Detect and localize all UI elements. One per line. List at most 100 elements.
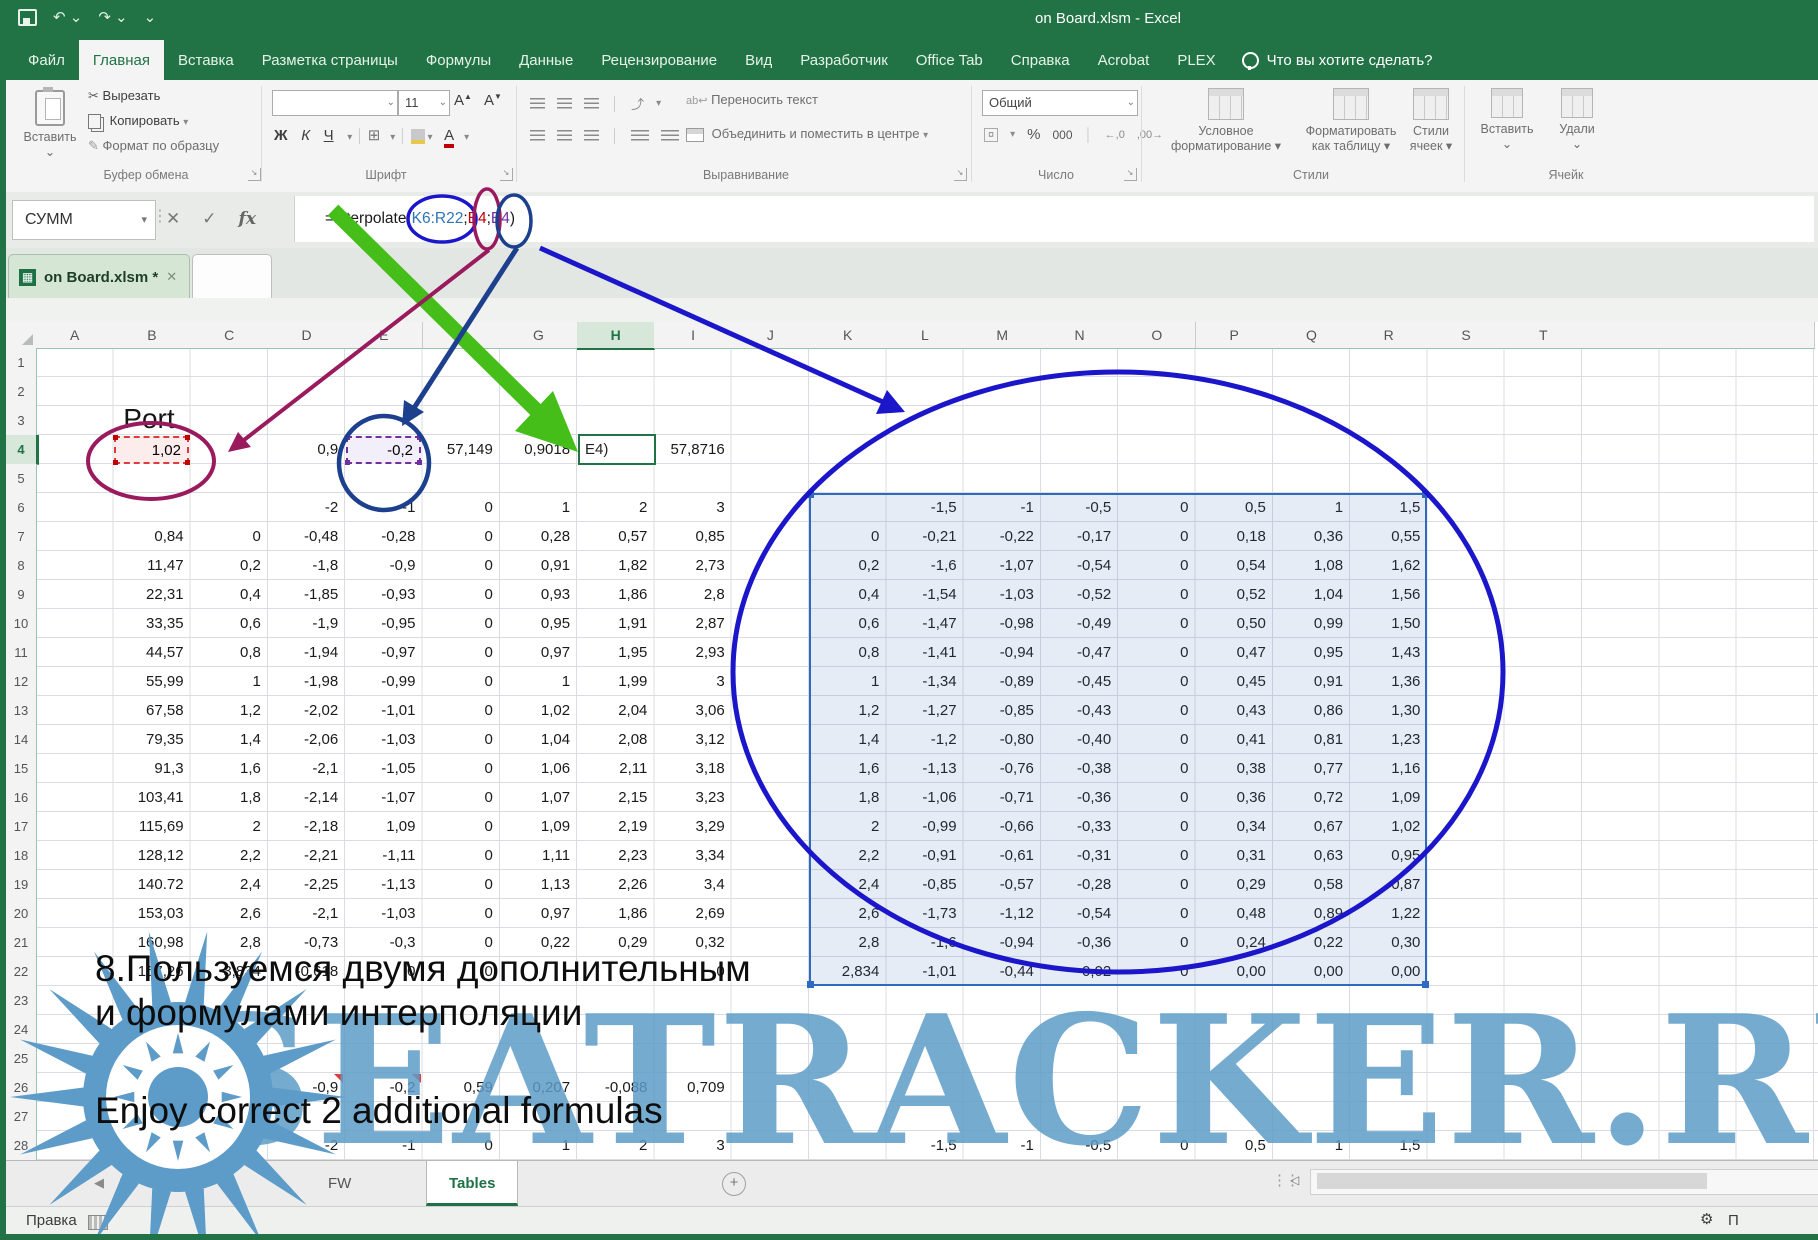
alignment-dialog-launcher[interactable]: ↘ (954, 168, 967, 181)
cell-F15[interactable]: 0 (423, 754, 500, 783)
align-top-icon[interactable] (530, 98, 545, 109)
select-all-corner[interactable] (6, 322, 37, 349)
font-name-combo[interactable]: ⌄ (272, 90, 398, 116)
number-dialog-launcher[interactable]: ↘ (1124, 168, 1137, 181)
enter-icon[interactable]: ✓ (202, 209, 216, 229)
row-header-5[interactable]: 5 (6, 464, 37, 494)
cell-E20[interactable]: -1,03 (345, 899, 422, 928)
cell-C12[interactable]: 1 (191, 667, 268, 696)
cell-B4-reference[interactable]: 1,02 (114, 436, 189, 464)
column-header-A[interactable]: A (36, 322, 114, 349)
cancel-icon[interactable]: ✕ (166, 209, 180, 229)
borders-icon[interactable]: ⊞ (368, 127, 381, 144)
fill-color-icon[interactable] (411, 129, 425, 144)
row-header-13[interactable]: 13 (6, 696, 37, 726)
column-header-D[interactable]: D (268, 322, 346, 349)
column-header-T[interactable]: T (1505, 322, 1583, 349)
cell-B12[interactable]: 55,99 (113, 667, 190, 696)
cell-D16[interactable]: -2,14 (268, 783, 345, 812)
row-header-11[interactable]: 11 (6, 638, 37, 668)
cell-E17[interactable]: 1,09 (345, 812, 422, 841)
cell-F18[interactable]: 0 (423, 841, 500, 870)
cell-B8[interactable]: 11,47 (113, 551, 190, 580)
ribbon-tab-acrobat[interactable]: Acrobat (1084, 40, 1164, 80)
font-color-icon[interactable]: А (444, 127, 454, 148)
cell-F16[interactable]: 0 (423, 783, 500, 812)
cell-D12[interactable]: -1,98 (268, 667, 345, 696)
cell-D9[interactable]: -1,85 (268, 580, 345, 609)
cell-E10[interactable]: -0,95 (345, 609, 422, 638)
cell-G8[interactable]: 0,91 (500, 551, 577, 580)
cell-I6[interactable]: 3 (654, 493, 731, 522)
cell-B17[interactable]: 115,69 (113, 812, 190, 841)
bold-button[interactable]: Ж (274, 127, 288, 144)
ribbon-tab-разметка-страницы[interactable]: Разметка страницы (248, 40, 412, 80)
cell-E19[interactable]: -1,13 (345, 870, 422, 899)
cell-I18[interactable]: 3,34 (654, 841, 731, 870)
ribbon-tab-главная[interactable]: Главная (79, 40, 164, 80)
column-header-F[interactable]: F (423, 322, 501, 349)
ribbon-tab-формулы[interactable]: Формулы (412, 40, 505, 80)
column-header-P[interactable]: P (1196, 322, 1274, 349)
cell-C17[interactable]: 2 (191, 812, 268, 841)
cell-B14[interactable]: 79,35 (113, 725, 190, 754)
cell-H13[interactable]: 2,04 (577, 696, 654, 725)
cell-G9[interactable]: 0,93 (500, 580, 577, 609)
row-header-18[interactable]: 18 (6, 841, 37, 871)
active-cell-H4[interactable]: E4) (578, 434, 656, 465)
cell-H14[interactable]: 2,08 (577, 725, 654, 754)
merge-center-button[interactable]: Объединить и поместить в центре ▾ (686, 126, 928, 142)
cell-E13[interactable]: -1,01 (345, 696, 422, 725)
cell-G15[interactable]: 1,06 (500, 754, 577, 783)
cell-F13[interactable]: 0 (423, 696, 500, 725)
cell-D20[interactable]: -2,1 (268, 899, 345, 928)
close-tab-icon[interactable]: ✕ (166, 269, 177, 285)
cell-E4-reference[interactable]: -0,2 (346, 436, 421, 464)
row-header-8[interactable]: 8 (6, 551, 37, 581)
cell-C18[interactable]: 2,2 (191, 841, 268, 870)
cell-D19[interactable]: -2,25 (268, 870, 345, 899)
column-header-G[interactable]: G (500, 322, 578, 349)
column-header-B[interactable]: B (113, 322, 191, 349)
cell-H12[interactable]: 1,99 (577, 667, 654, 696)
cell-I19[interactable]: 3,4 (654, 870, 731, 899)
macro-icon[interactable]: ⚙ (1700, 1210, 1713, 1228)
column-header-N[interactable]: N (1041, 322, 1119, 349)
cell-E15[interactable]: -1,05 (345, 754, 422, 783)
cell-D14[interactable]: -2,06 (268, 725, 345, 754)
cell-F10[interactable]: 0 (423, 609, 500, 638)
row-header-9[interactable]: 9 (6, 580, 37, 610)
cell-B9[interactable]: 22,31 (113, 580, 190, 609)
cell-D4[interactable]: 0,9 (268, 435, 345, 464)
cell-E14[interactable]: -1,03 (345, 725, 422, 754)
cell-B15[interactable]: 91,3 (113, 754, 190, 783)
align-right-icon[interactable] (584, 130, 599, 141)
column-header-J[interactable]: J (732, 322, 810, 349)
cell-H9[interactable]: 1,86 (577, 580, 654, 609)
cell-G20[interactable]: 0,97 (500, 899, 577, 928)
cell-C16[interactable]: 1,8 (191, 783, 268, 812)
cell-D6[interactable]: -2 (268, 493, 345, 522)
column-header-K[interactable]: K (809, 322, 887, 349)
ribbon-tab-разработчик[interactable]: Разработчик (786, 40, 901, 80)
row-header-6[interactable]: 6 (6, 493, 37, 523)
comma-style-button[interactable]: 000 (1053, 128, 1073, 142)
cell-D17[interactable]: -2,18 (268, 812, 345, 841)
cell-H17[interactable]: 2,19 (577, 812, 654, 841)
qat-customize-icon[interactable]: ⌄ (144, 8, 157, 26)
cell-G6[interactable]: 1 (500, 493, 577, 522)
italic-button[interactable]: К (301, 127, 310, 144)
ribbon-tab-office-tab[interactable]: Office Tab (902, 40, 997, 80)
column-header-M[interactable]: M (964, 322, 1042, 349)
undo-icon[interactable]: ↶ ⌄ (53, 8, 82, 26)
ribbon-tab-вставка[interactable]: Вставка (164, 40, 248, 80)
cell-I16[interactable]: 3,23 (654, 783, 731, 812)
cell-G12[interactable]: 1 (500, 667, 577, 696)
cell-E7[interactable]: -0,28 (345, 522, 422, 551)
cell-C7[interactable]: 0 (191, 522, 268, 551)
ribbon-tab-вид[interactable]: Вид (731, 40, 786, 80)
align-middle-icon[interactable] (557, 98, 572, 109)
grow-font-button[interactable]: А▲ (454, 92, 472, 109)
cell-G17[interactable]: 1,09 (500, 812, 577, 841)
cell-G11[interactable]: 0,97 (500, 638, 577, 667)
